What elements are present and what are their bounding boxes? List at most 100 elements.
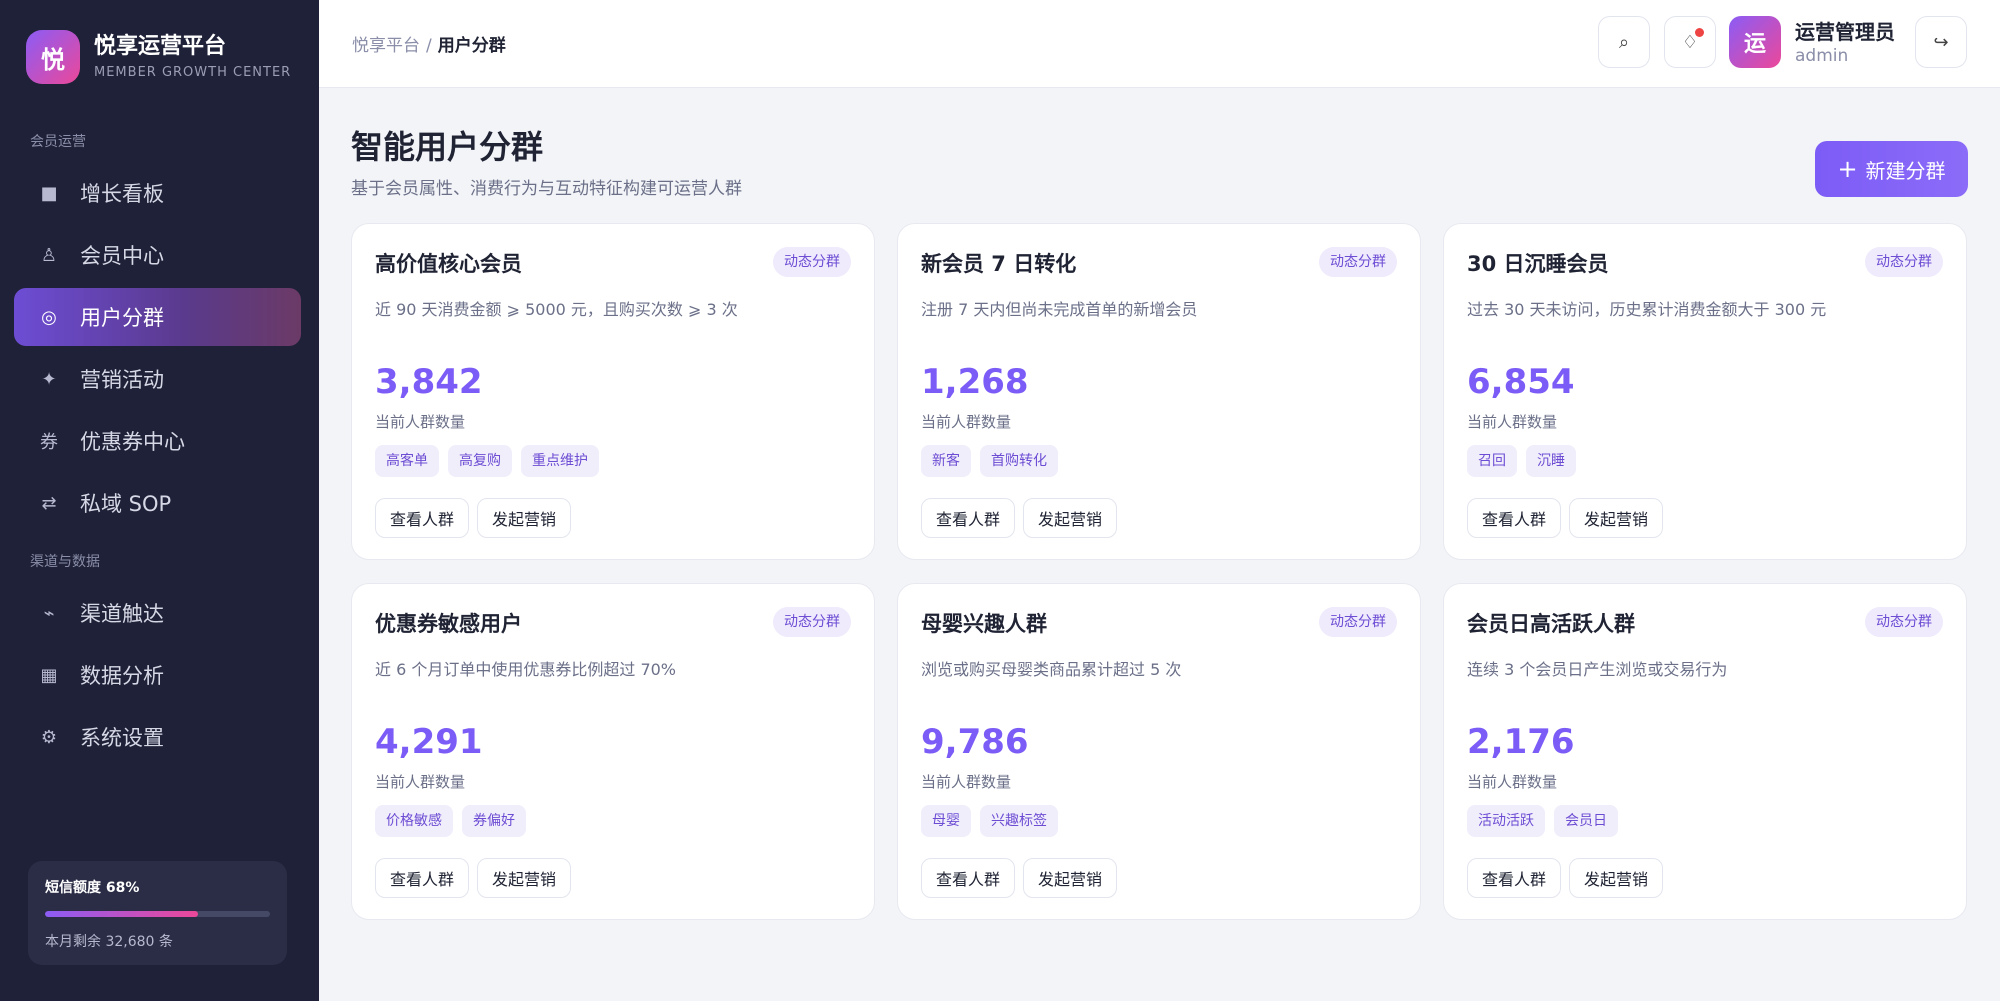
sidebar-item-gear[interactable]: ⚙ 系统设置 <box>14 708 301 766</box>
segment-card[interactable]: 高价值核心会员 动态分群近 90 天消费金额 ⩾ 5000 元，且购买次数 ⩾ 3… <box>351 223 875 560</box>
gear-icon: ⚙ <box>40 726 58 748</box>
search-button[interactable]: ⌕ <box>1598 16 1650 68</box>
user-id: admin <box>1795 46 1849 66</box>
logout-button[interactable]: ↪ <box>1915 16 1967 68</box>
segment-description: 过去 30 天未访问，历史累计消费金额大于 300 元 <box>1467 300 1827 319</box>
notification-button[interactable]: ♢ <box>1664 16 1716 68</box>
launch-campaign-button[interactable]: 发起营销 <box>1569 858 1664 898</box>
view-segment-button[interactable]: 查看人群 <box>921 858 1016 898</box>
search-icon: ⌕ <box>1618 31 1630 52</box>
segment-tags: 新客 首购转化 <box>921 445 1067 477</box>
segment-type-badge: 动态分群 <box>773 607 851 637</box>
segment-count: 4,291 <box>375 722 483 762</box>
segment-tags: 高客单 高复购 重点维护 <box>375 445 608 477</box>
sidebar-item-label: 用户分群 <box>80 306 164 330</box>
notification-dot <box>1695 28 1704 37</box>
breadcrumb-root[interactable]: 悦享平台 <box>352 36 420 56</box>
segment-title: 母婴兴趣人群 <box>921 612 1047 636</box>
sidebar-item-label: 会员中心 <box>80 244 164 268</box>
segment-card[interactable]: 母婴兴趣人群 动态分群 浏览或购买母婴类商品累计超过 5 次 9,786 当前人群数量母… <box>897 583 1421 920</box>
sidebar-item-chart[interactable]: ▦ 数据分析 <box>14 646 301 704</box>
segment-title: 优惠券敏感用户 <box>375 612 522 636</box>
segment-count-label: 当前人群数量 <box>1467 413 1558 431</box>
launch-campaign-button[interactable]: 发起营销 <box>477 498 572 538</box>
segment-count: 3,842 <box>375 362 483 402</box>
sidebar-item-segment[interactable]: ◎ 用户分群 <box>14 288 301 346</box>
nav-group-channel-data: 渠道与数据 <box>30 554 100 570</box>
sparkle-icon: ✦ <box>41 368 57 390</box>
segment-card[interactable]: 新会员 7 日转化 动态分群 注册 7 天内但尚未完成首单的新增会员 1,268 当前人… <box>897 223 1421 560</box>
sidebar-item-signal[interactable]: ⌁ 渠道触达 <box>14 584 301 642</box>
segment-actions: 查看人群 发起营销 <box>921 498 1125 538</box>
segment-tag: 重点维护 <box>521 445 599 477</box>
segment-type-badge: 动态分群 <box>773 247 851 277</box>
breadcrumb-separator: / <box>426 36 432 56</box>
segment-tags: 母婴 兴趣标签 <box>921 805 1067 837</box>
sidebar-item-sparkle[interactable]: ✦ 营销活动 <box>14 350 301 408</box>
segment-tag: 价格敏感 <box>375 805 453 837</box>
launch-campaign-button[interactable]: 发起营销 <box>1023 498 1118 538</box>
segment-actions: 查看人群 发起营销 <box>375 858 579 898</box>
breadcrumb-current: 用户分群 <box>437 36 506 56</box>
sms-quota-progress-fill <box>45 911 198 917</box>
segment-tag: 会员日 <box>1554 805 1618 837</box>
view-segment-button[interactable]: 查看人群 <box>921 498 1016 538</box>
segment-tag: 高客单 <box>375 445 439 477</box>
segment-card[interactable]: 30 日沉睡会员 动态分群 过去 30 天未访问，历史累计消费金额大于 300 元 6… <box>1443 223 1967 560</box>
avatar[interactable]: 运 <box>1729 16 1781 68</box>
brand-logo: 悦 <box>26 30 80 84</box>
sidebar: 悦 悦享运营平台 MEMBER GROWTH CENTER 会员运营 ■ 增长看板… <box>0 0 319 1001</box>
segment-actions: 查看人群 发起营销 <box>921 858 1125 898</box>
segment-title: 30 日沉睡会员 <box>1467 252 1609 276</box>
segment-actions: 查看人群 发起营销 <box>1467 858 1671 898</box>
segment-tag: 母婴 <box>921 805 971 837</box>
segment-card[interactable]: 优惠券敏感用户 动态分群近 6 个月订单中使用优惠券比例超过 70% 4,291 当前… <box>351 583 875 920</box>
segment-tag: 兴趣标签 <box>980 805 1058 837</box>
sidebar-item-label: 营销活动 <box>80 368 164 392</box>
new-segment-label: 新建分群 <box>1865 158 1946 183</box>
brand-text: 悦享运营平台 MEMBER GROWTH CENTER <box>94 32 291 82</box>
segment-title: 会员日高活跃人群 <box>1467 612 1635 636</box>
segment-tag: 首购转化 <box>980 445 1058 477</box>
sidebar-item-member[interactable]: ♙ 会员中心 <box>14 226 301 284</box>
segment-tag: 活动活跃 <box>1467 805 1545 837</box>
segment-count-label: 当前人群数量 <box>921 413 1012 431</box>
segment-tags: 活动活跃 会员日 <box>1467 805 1627 837</box>
sidebar-item-label: 优惠券中心 <box>80 430 185 454</box>
page-title: 智能用户分群 <box>351 128 544 166</box>
view-segment-button[interactable]: 查看人群 <box>375 498 470 538</box>
view-segment-button[interactable]: 查看人群 <box>375 858 470 898</box>
sidebar-item-label: 增长看板 <box>80 182 164 206</box>
segment-card[interactable]: 会员日高活跃人群 动态分群 连续 3 个会员日产生浏览或交易行为 2,176 当前人群数… <box>1443 583 1967 920</box>
sidebar-item-dashboard[interactable]: ■ 增长看板 <box>14 164 301 222</box>
segment-icon: ◎ <box>41 306 57 328</box>
launch-campaign-button[interactable]: 发起营销 <box>477 858 572 898</box>
plus-icon: + <box>1837 155 1858 183</box>
user-name: 运营管理员 <box>1795 20 1895 44</box>
segment-tags: 价格敏感 券偏好 <box>375 805 535 837</box>
segment-title: 新会员 7 日转化 <box>921 252 1077 276</box>
sidebar-item-coupon[interactable]: 券 优惠券中心 <box>14 412 301 470</box>
segment-tag: 召回 <box>1467 445 1517 477</box>
segment-description: 连续 3 个会员日产生浏览或交易行为 <box>1467 660 1728 679</box>
sidebar-item-swap[interactable]: ⇄ 私域 SOP <box>14 474 301 532</box>
sms-quota-title: 短信额度 68% <box>45 880 140 896</box>
segment-description: 注册 7 天内但尚未完成首单的新增会员 <box>921 300 1198 319</box>
segment-count: 1,268 <box>921 362 1029 402</box>
page-subtitle: 基于会员属性、消费行为与互动特征构建可运营人群 <box>351 179 742 199</box>
view-segment-button[interactable]: 查看人群 <box>1467 498 1562 538</box>
launch-campaign-button[interactable]: 发起营销 <box>1023 858 1118 898</box>
view-segment-button[interactable]: 查看人群 <box>1467 858 1562 898</box>
breadcrumb: 悦享平台 / 用户分群 <box>352 31 506 56</box>
launch-campaign-button[interactable]: 发起营销 <box>1569 498 1664 538</box>
segment-count-label: 当前人群数量 <box>1467 773 1558 791</box>
sidebar-item-label: 私域 SOP <box>80 492 172 516</box>
segment-tag: 新客 <box>921 445 971 477</box>
segment-count: 6,854 <box>1467 362 1575 402</box>
new-segment-button[interactable]: + 新建分群 <box>1815 141 1968 197</box>
sms-quota-progress <box>45 911 270 917</box>
brand[interactable]: 悦 悦享运营平台 MEMBER GROWTH CENTER <box>26 30 291 84</box>
segment-count: 9,786 <box>921 722 1029 762</box>
segment-count-label: 当前人群数量 <box>375 413 466 431</box>
segment-title: 高价值核心会员 <box>375 252 522 276</box>
